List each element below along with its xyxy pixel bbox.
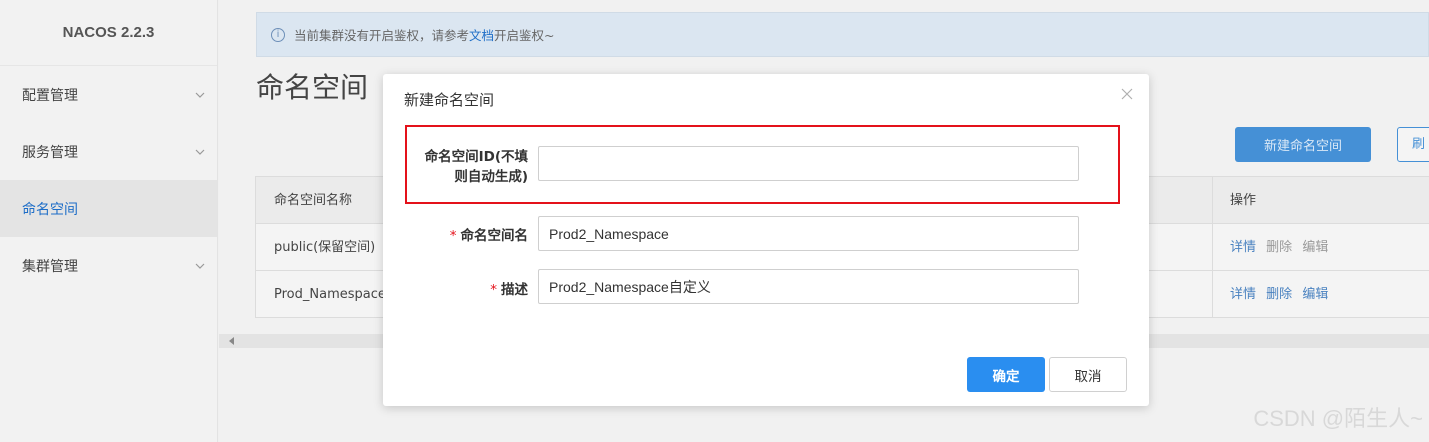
sidebar-item-namespace[interactable]: 命名空间 (0, 180, 217, 237)
detail-link[interactable]: 详情 (1230, 240, 1256, 255)
namespace-id-label: 命名空间ID(不填 则自动生成) (410, 147, 528, 187)
edit-link[interactable]: 编辑 (1302, 287, 1328, 302)
notice-text-suffix: 开启鉴权~ (494, 28, 555, 43)
app-logo: NACOS 2.2.3 (0, 0, 217, 66)
header-name: 命名空间名称 (274, 193, 353, 208)
required-mark: * (490, 282, 497, 298)
sidebar-item-label: 配置管理 (22, 87, 78, 104)
row-name: Prod_Namespace (274, 287, 386, 302)
refresh-button[interactable]: 刷 (1397, 127, 1429, 162)
new-namespace-dialog: 新建命名空间 命名空间ID(不填 则自动生成) *命名空间名 *描述 确定 取消 (383, 74, 1149, 406)
sidebar-item-label: 集群管理 (22, 258, 78, 275)
dialog-title: 新建命名空间 (404, 91, 495, 109)
description-label: * 描述 (410, 278, 528, 298)
row-ops: 详情 删除 编辑 (1212, 224, 1429, 271)
sidebar-item-cluster[interactable]: 集群管理 (0, 237, 217, 294)
namespace-name-label: * 命名空间名 (410, 224, 528, 244)
row-name: public(保留空间) (274, 240, 376, 255)
namespace-id-input[interactable] (538, 146, 1079, 181)
watermark: CSDN @陌生人~ (1253, 406, 1423, 431)
namespace-id-label-line1: 命名空间ID(不填 (424, 149, 528, 165)
chevron-down-icon (195, 149, 205, 155)
header-ops: 操作 (1212, 177, 1429, 224)
delete-link: 删除 (1266, 240, 1293, 255)
row-ops: 详情 删除 编辑 (1212, 271, 1429, 318)
sidebar-item-label: 命名空间 (22, 201, 78, 218)
close-icon[interactable] (1119, 86, 1135, 102)
detail-link[interactable]: 详情 (1230, 287, 1256, 302)
required-mark: * (449, 228, 457, 244)
sidebar-item-label: 服务管理 (22, 144, 78, 161)
doc-link[interactable]: 文档 (469, 25, 494, 44)
confirm-button[interactable]: 确定 (967, 357, 1045, 392)
page-title: 命名空间 (256, 71, 369, 104)
sidebar-item-service[interactable]: 服务管理 (0, 123, 217, 180)
new-namespace-button[interactable]: 新建命名空间 (1235, 127, 1371, 162)
description-input[interactable] (538, 269, 1079, 304)
chevron-down-icon (195, 263, 205, 269)
sidebar-item-config[interactable]: 配置管理 (0, 66, 217, 123)
cancel-button[interactable]: 取消 (1049, 357, 1127, 392)
namespace-name-label-text: 命名空间名 (460, 228, 529, 244)
namespace-name-input[interactable] (538, 216, 1079, 251)
edit-link: 编辑 (1302, 240, 1329, 255)
sidebar: NACOS 2.2.3 配置管理 服务管理 命名空间 集群管理 (0, 0, 218, 442)
notice-text-prefix: 当前集群没有开启鉴权，请参考 (294, 28, 470, 43)
scroll-left-icon[interactable] (229, 337, 234, 345)
info-icon: i (271, 27, 285, 42)
description-label-text: 描述 (501, 282, 528, 298)
auth-notice: i 当前集群没有开启鉴权，请参考 文档 开启鉴权~ (256, 12, 1429, 57)
delete-link[interactable]: 删除 (1266, 287, 1292, 302)
chevron-down-icon (195, 92, 205, 98)
namespace-id-label-line2: 则自动生成) (454, 169, 528, 185)
